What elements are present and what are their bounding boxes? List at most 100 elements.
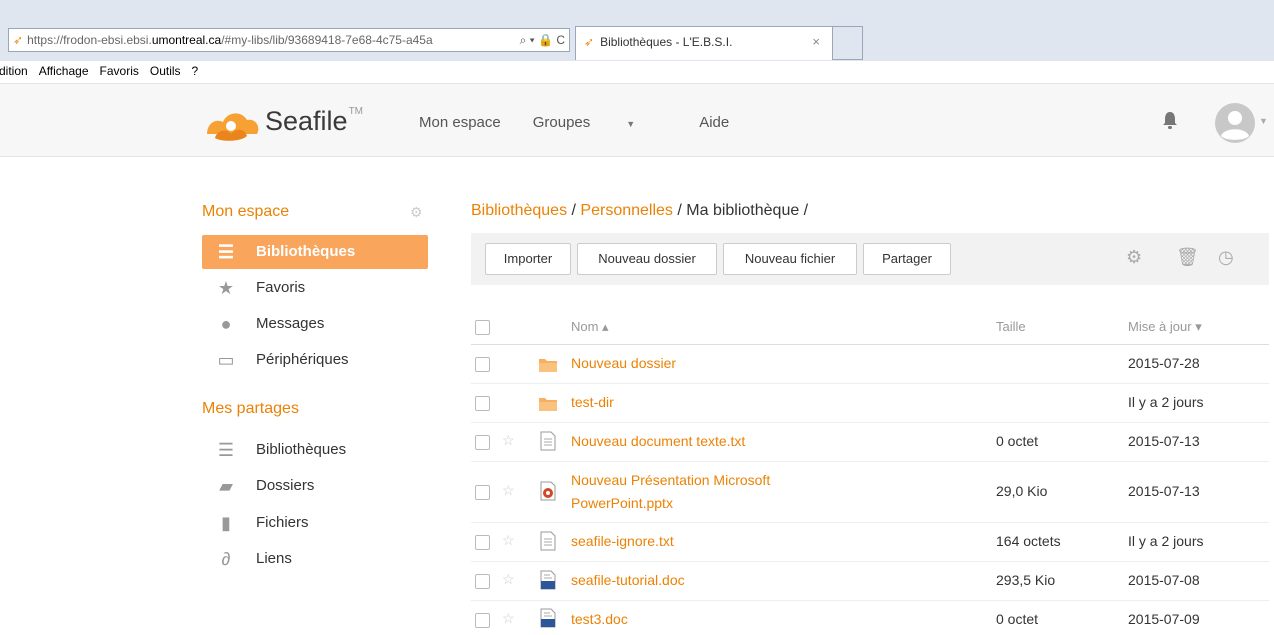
sidebar-item-bibliotheques[interactable]: ☰ Bibliothèques — [202, 235, 428, 269]
table-row[interactable]: ☆ test3.doc 0 octet 2015-07-09 — [471, 601, 1269, 635]
top-nav: Mon espace Groupes ▼ Aide — [419, 114, 761, 131]
file-name-link[interactable]: Nouveau document texte.txt — [571, 431, 745, 451]
logo-text: Seafile — [265, 106, 348, 136]
table-row[interactable]: ☆ seafile-tutorial.doc 293,5 Kio 2015-07… — [471, 562, 1269, 601]
toolbar: Importer Nouveau dossier Nouveau fichier… — [471, 233, 1269, 285]
file-date: 2015-07-13 — [1128, 433, 1200, 449]
library-icon: ☰ — [217, 440, 235, 460]
menu-affichage[interactable]: Affichage — [39, 61, 89, 81]
menu-help[interactable]: ? — [192, 61, 199, 81]
library-icon: ☰ — [217, 242, 235, 262]
file-date: 2015-07-28 — [1128, 355, 1200, 371]
nav-aide[interactable]: Aide — [699, 114, 729, 131]
text-file-icon — [540, 431, 556, 451]
sidebar-item-dossiers[interactable]: ▰ Dossiers — [202, 469, 428, 503]
file-name-link[interactable]: Nouveau dossier — [571, 353, 676, 373]
browser-chrome: ➶ https://frodon-ebsi.ebsi.umontreal.ca/#… — [0, 0, 1274, 62]
table-row[interactable]: Nouveau dossier 2015-07-28 — [471, 344, 1269, 384]
sidebar-item-label: Favoris — [256, 279, 306, 296]
file-date: 2015-07-09 — [1128, 611, 1200, 627]
nav-groupes[interactable]: Groupes ▼ — [533, 114, 667, 131]
breadcrumb-personnelles[interactable]: Personnelles — [580, 202, 673, 219]
import-button[interactable]: Importer — [485, 243, 571, 275]
chevron-down-icon: ▼ — [626, 119, 636, 129]
file-name-link[interactable]: seafile-tutorial.doc — [571, 570, 685, 590]
monitor-icon: ▭ — [217, 350, 235, 370]
new-folder-button[interactable]: Nouveau dossier — [577, 243, 717, 275]
column-header-name[interactable]: Nom ▴ — [571, 319, 609, 335]
file-name-link[interactable]: test3.doc — [571, 609, 628, 629]
row-checkbox[interactable] — [475, 396, 490, 411]
breadcrumb-bibliotheques[interactable]: Bibliothèques — [471, 202, 567, 219]
url-path: /#my-libs/lib/93689418-7e68-4c75-a45a — [221, 33, 433, 47]
star-icon[interactable]: ☆ — [502, 610, 515, 627]
sidebar-section-mon-espace: Mon espace — [202, 203, 290, 220]
row-checkbox[interactable] — [475, 435, 490, 450]
row-checkbox[interactable] — [475, 357, 490, 372]
sidebar-item-messages[interactable]: ● Messages — [202, 307, 428, 341]
sidebar-item-shared-libraries[interactable]: ☰ Bibliothèques — [202, 433, 428, 467]
sidebar-item-label: Fichiers — [256, 514, 309, 531]
sidebar-item-label: Périphériques — [256, 351, 349, 368]
tab-close-icon[interactable]: × — [812, 27, 820, 57]
address-icons[interactable]: ⌕ ▾ 🔒 C — [515, 29, 565, 51]
sidebar-item-liens[interactable]: ∂ Liens — [202, 542, 428, 576]
folder-icon — [539, 359, 557, 372]
sidebar-item-label: Messages — [256, 315, 325, 332]
new-file-button[interactable]: Nouveau fichier — [723, 243, 857, 275]
file-name-link[interactable]: seafile-ignore.txt — [571, 531, 674, 551]
row-checkbox[interactable] — [475, 574, 490, 589]
breadcrumb-separator: / — [567, 202, 581, 219]
sidebar-item-fichiers[interactable]: ▮ Fichiers — [202, 506, 428, 540]
menu-favoris[interactable]: Favoris — [100, 61, 139, 81]
trash-icon[interactable]: 🗑 — [1176, 247, 1199, 268]
logo-tm: TM — [348, 106, 364, 117]
column-header-size: Taille — [996, 319, 1026, 334]
bell-icon[interactable] — [1161, 110, 1179, 130]
sidebar-item-label: Bibliothèques — [256, 243, 356, 260]
app-header: SeafileTM Mon espace Groupes ▼ Aide — [0, 84, 1274, 157]
menu-edition[interactable]: dition — [0, 61, 28, 81]
column-header-date[interactable]: Mise à jour ▾ — [1128, 319, 1202, 335]
file-name-link[interactable]: test-dir — [571, 392, 614, 412]
browser-tab[interactable]: ➶ Bibliothèques - L'E.B.S.I. × — [575, 26, 833, 60]
file-name-link[interactable]: Nouveau Présentation Microsoft — [571, 470, 770, 490]
gear-icon[interactable]: ⚙ — [410, 204, 423, 221]
table-row[interactable]: ☆ Nouveau document texte.txt 0 octet 201… — [471, 423, 1269, 462]
avatar-caret-icon[interactable]: ▼ — [1259, 116, 1268, 126]
settings-icon[interactable]: ⚙ — [1126, 247, 1142, 268]
star-icon[interactable]: ☆ — [502, 482, 515, 499]
star-icon[interactable]: ☆ — [502, 432, 515, 449]
table-row[interactable]: ☆ seafile-ignore.txt 164 octets Il y a 2… — [471, 523, 1269, 562]
menu-outils[interactable]: Outils — [150, 61, 181, 81]
seafile-logo-icon — [207, 113, 259, 141]
file-date: Il y a 2 jours — [1128, 533, 1204, 549]
tab-favicon: ➶ — [584, 35, 595, 49]
nav-mon-espace[interactable]: Mon espace — [419, 114, 501, 131]
select-all-checkbox[interactable] — [475, 320, 490, 335]
table-row[interactable]: test-dir Il y a 2 jours — [471, 384, 1269, 423]
url-host: frodon-ebsi.ebsi. — [63, 33, 152, 47]
file-size: 0 octet — [996, 611, 1039, 627]
file-size: 293,5 Kio — [996, 572, 1056, 588]
row-checkbox[interactable] — [475, 535, 490, 550]
file-size: 164 octets — [996, 533, 1061, 549]
url-scheme: https:// — [27, 33, 64, 47]
sidebar-item-label: Liens — [256, 550, 292, 567]
star-icon[interactable]: ☆ — [502, 532, 515, 549]
row-checkbox[interactable] — [475, 485, 490, 500]
file-name-link-line2[interactable]: PowerPoint.pptx — [571, 493, 673, 513]
share-button[interactable]: Partager — [863, 243, 951, 275]
nav-groupes-label: Groupes — [532, 114, 591, 131]
address-bar[interactable]: ➶ https://frodon-ebsi.ebsi.umontreal.ca/#… — [8, 28, 570, 52]
sidebar-item-peripheriques[interactable]: ▭ Périphériques — [202, 343, 428, 377]
row-checkbox[interactable] — [475, 613, 490, 628]
sidebar-item-favoris[interactable]: ★ Favoris — [202, 271, 428, 305]
breadcrumb-separator: / — [799, 202, 809, 219]
avatar[interactable] — [1214, 102, 1256, 144]
new-tab-button[interactable] — [833, 26, 863, 60]
table-row[interactable]: ☆ Nouveau Présentation Microsoft PowerPo… — [471, 462, 1269, 523]
history-clock-icon[interactable]: ◷ — [1218, 247, 1234, 268]
breadcrumb-current: Ma bibliothèque — [686, 202, 800, 219]
star-icon[interactable]: ☆ — [502, 571, 515, 588]
